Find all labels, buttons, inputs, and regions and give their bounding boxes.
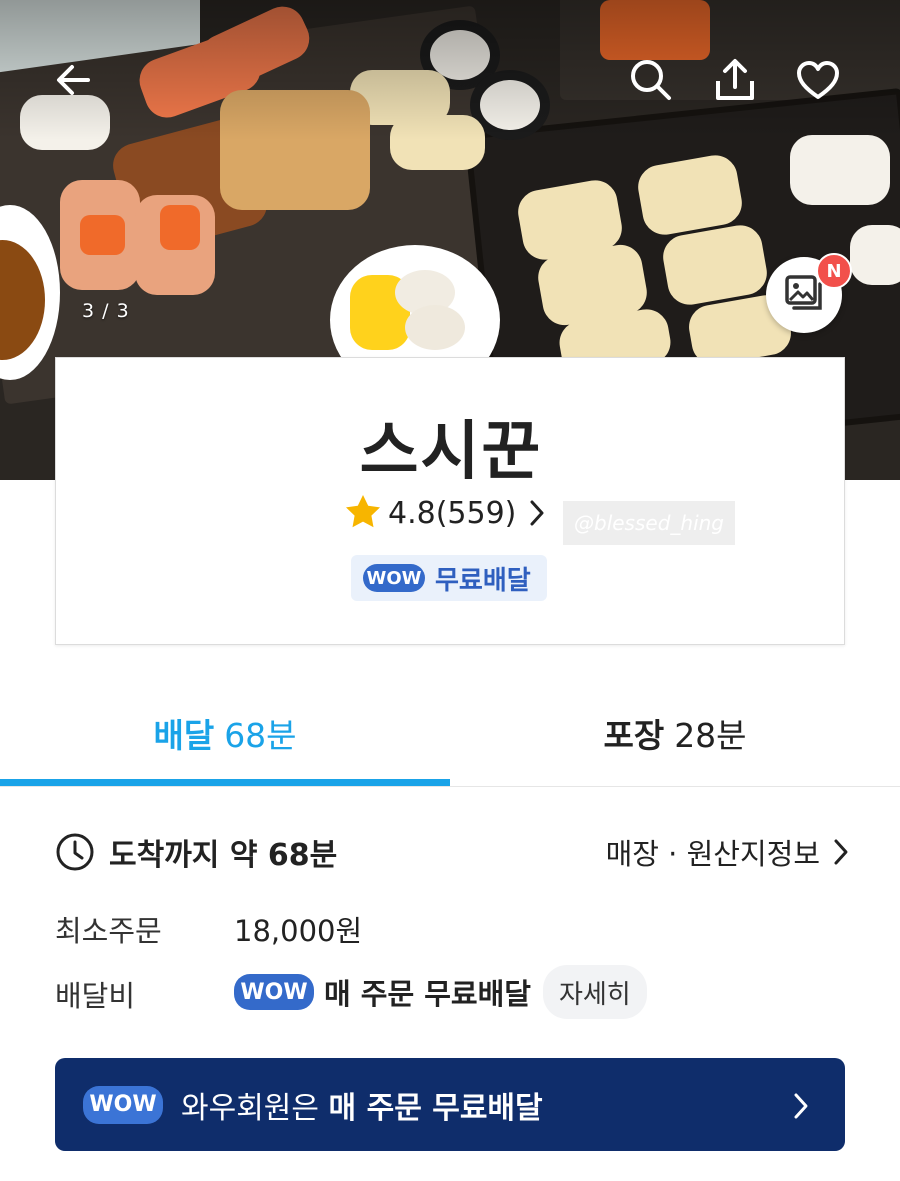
- chevron-right-icon: [528, 499, 546, 527]
- star-icon: [344, 493, 382, 533]
- photo-page-indicator: 3 / 3: [82, 300, 130, 322]
- store-origin-info-link[interactable]: 매장 · 원산지정보: [606, 830, 850, 874]
- tab-delivery[interactable]: 배달 68분: [0, 680, 450, 786]
- fee-detail-button[interactable]: 자세히: [542, 965, 647, 1019]
- store-rating: 4.8(559): [388, 495, 517, 531]
- delivery-fee-row: WOW 매 주문 무료배달 자세히: [234, 965, 647, 1019]
- new-photo-badge: N: [816, 253, 852, 289]
- min-order-label: 최소주문: [55, 914, 162, 948]
- delivery-fee-value: 매 주문 무료배달: [324, 977, 531, 1011]
- photo-roe: [80, 215, 125, 255]
- tab-takeout-label: 포장: [603, 716, 665, 755]
- photo-sushi: [850, 225, 900, 285]
- wow-badge: WOW: [234, 974, 314, 1010]
- order-type-tabs: 배달 68분 포장 28분: [0, 680, 900, 787]
- banner-text-prefix: 와우회원은: [181, 1090, 329, 1126]
- photo-sushi: [790, 135, 890, 205]
- wow-free-delivery-tag: WOW 무료배달: [351, 555, 547, 601]
- store-origin-info-label: 매장 · 원산지정보: [605, 837, 820, 871]
- store-name: 스시꾼: [359, 415, 543, 489]
- watermark-overlay: @blessed_hing: [563, 501, 735, 545]
- arrival-time-row: 도착까지 약 68분: [55, 830, 337, 874]
- photo-roe: [160, 205, 200, 250]
- heart-icon[interactable]: [790, 52, 846, 108]
- delivery-fee-label: 배달비: [55, 979, 136, 1013]
- min-order-value: 18,000원: [234, 914, 363, 948]
- chevron-right-icon: [832, 838, 850, 866]
- share-icon[interactable]: [707, 52, 763, 108]
- banner-text-bold: 매 주문 무료배달: [328, 1090, 543, 1126]
- search-icon[interactable]: [623, 52, 679, 108]
- free-delivery-label: 무료배달: [435, 565, 531, 596]
- banner-text: 와우회원은 매 주문 무료배달: [181, 1083, 543, 1127]
- chevron-right-icon: [791, 1091, 811, 1125]
- photo-pickled-onion: [405, 305, 465, 350]
- tab-takeout[interactable]: 포장 28분: [450, 680, 900, 786]
- store-rating-link[interactable]: 4.8(559): [344, 493, 546, 533]
- tab-delivery-time: 68분: [224, 716, 297, 755]
- tab-takeout-time: 28분: [674, 716, 747, 755]
- clock-icon: [55, 832, 95, 872]
- arrival-estimate: 도착까지 약 68분: [109, 838, 338, 873]
- photo-top-shade: [0, 0, 900, 140]
- back-arrow-icon[interactable]: [45, 52, 101, 108]
- wow-membership-banner[interactable]: WOW 와우회원은 매 주문 무료배달: [55, 1058, 845, 1151]
- store-info-card: 스시꾼 4.8(559) @blessed_hing WOW 무료배달: [55, 357, 845, 645]
- tab-delivery-label: 배달: [153, 716, 215, 755]
- wow-badge: WOW: [83, 1085, 163, 1124]
- wow-badge: WOW: [363, 564, 425, 592]
- active-tab-indicator: [0, 779, 450, 786]
